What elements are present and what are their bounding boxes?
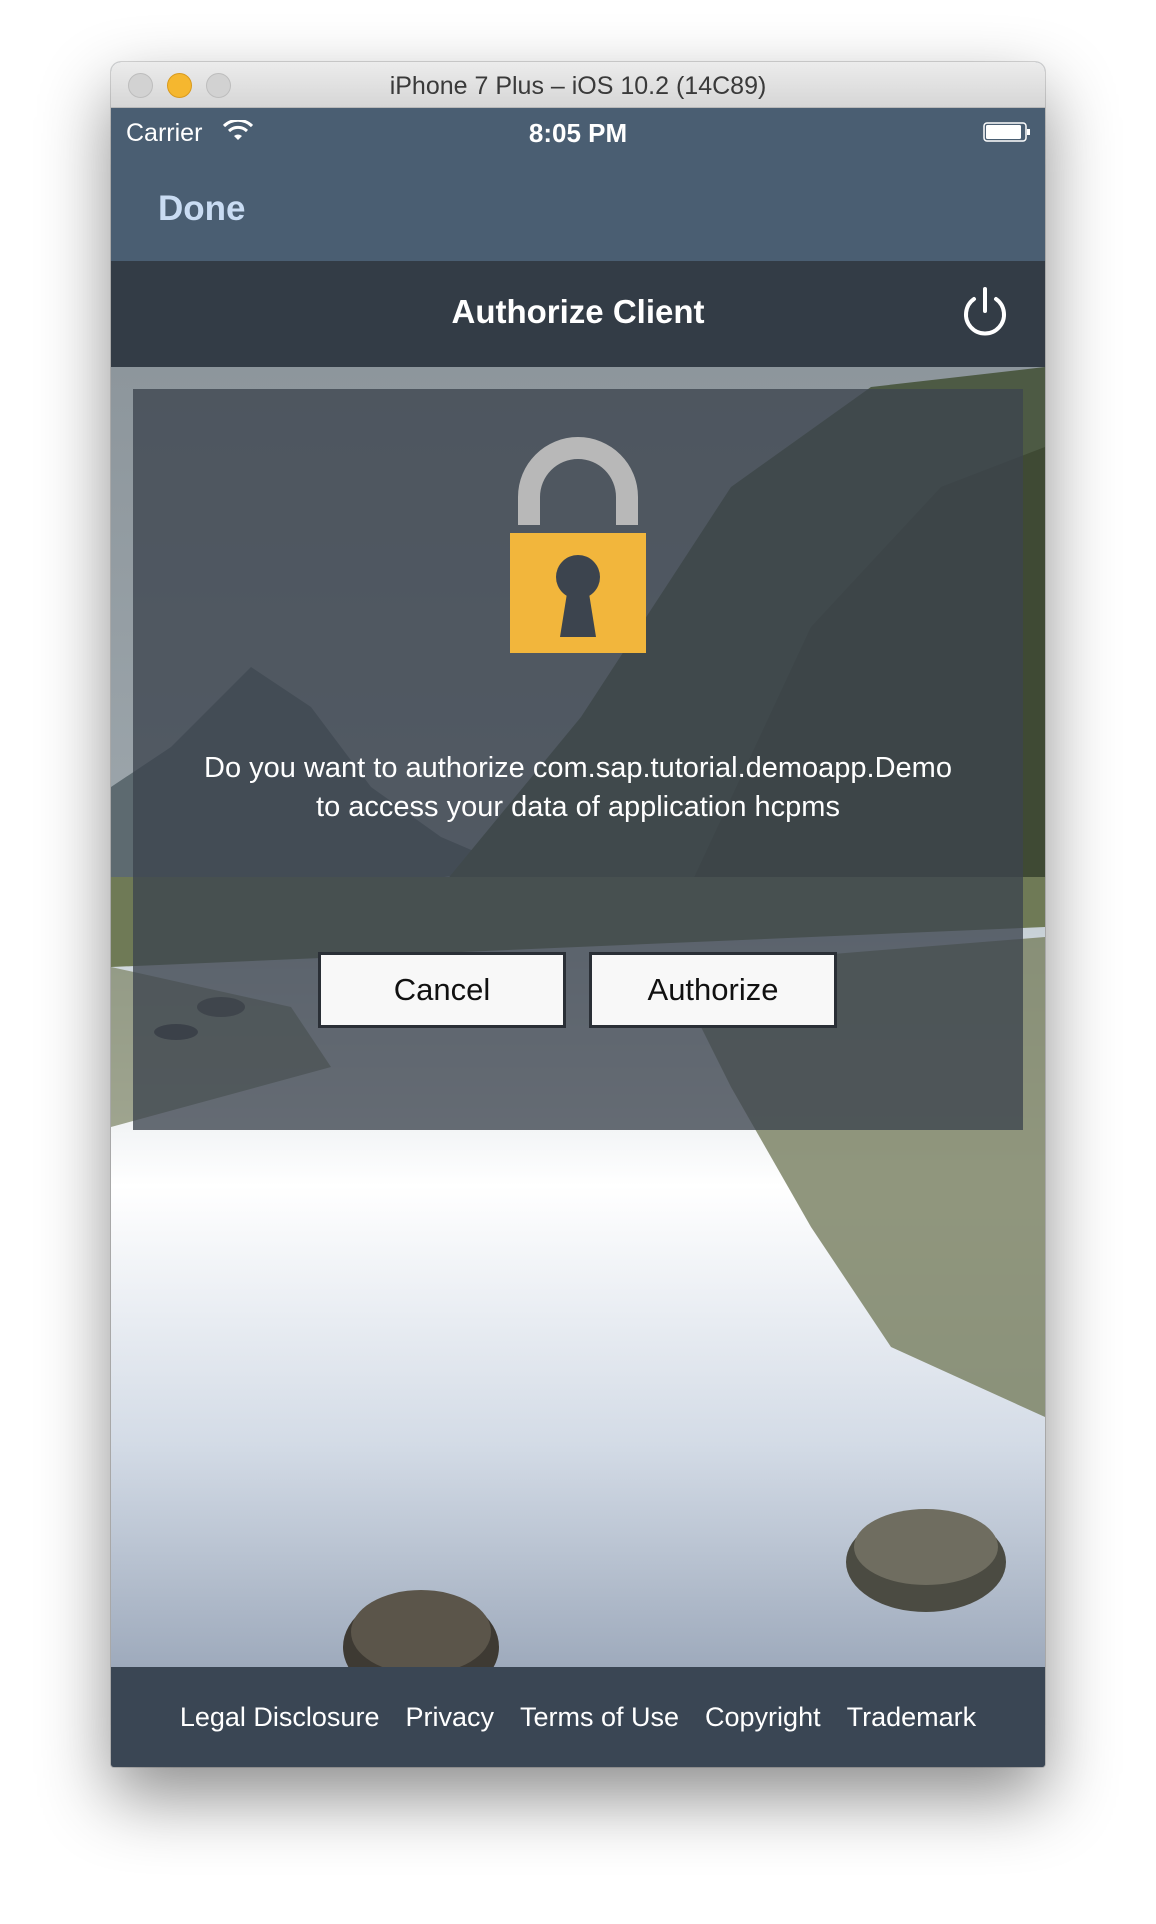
background-landscape: Do you want to authorize com.sap.tutoria…: [111, 367, 1045, 1667]
footer-link-copyright[interactable]: Copyright: [705, 1702, 821, 1733]
footer-link-trademark[interactable]: Trademark: [847, 1702, 977, 1733]
battery-icon: [983, 122, 1030, 142]
dialog-message-line1: Do you want to authorize com.sap.tutoria…: [204, 752, 952, 784]
footer-link-terms-of-use[interactable]: Terms of Use: [520, 1702, 679, 1733]
dialog-message: Do you want to authorize com.sap.tutoria…: [153, 749, 1003, 827]
header-bar: Authorize Client: [111, 261, 1045, 367]
footer-link-legal-disclosure[interactable]: Legal Disclosure: [180, 1702, 380, 1733]
navigation-bar: Done: [111, 163, 1045, 261]
lock-icon: [510, 437, 646, 653]
authorize-button[interactable]: Authorize: [589, 952, 837, 1028]
device-screen: Carrier 8:05 PM Done Authorize Client Do…: [111, 108, 1045, 1767]
dialog-message-line2: to access your data of application hcpms: [316, 791, 840, 823]
simulator-window: iPhone 7 Plus – iOS 10.2 (14C89) Carrier…: [111, 62, 1045, 1767]
authorize-dialog: Do you want to authorize com.sap.tutoria…: [133, 389, 1023, 1130]
footer: Legal Disclosure Privacy Terms of Use Co…: [111, 1667, 1045, 1767]
window-titlebar: iPhone 7 Plus – iOS 10.2 (14C89): [111, 62, 1045, 108]
done-button[interactable]: Done: [158, 189, 246, 229]
status-time: 8:05 PM: [528, 118, 628, 148]
status-bar: Carrier 8:05 PM: [111, 108, 1045, 163]
power-icon[interactable]: [959, 285, 1011, 341]
cancel-button[interactable]: Cancel: [318, 952, 566, 1028]
window-title: iPhone 7 Plus – iOS 10.2 (14C89): [389, 72, 767, 100]
page-title: Authorize Client: [451, 293, 705, 330]
footer-link-privacy[interactable]: Privacy: [405, 1702, 494, 1733]
